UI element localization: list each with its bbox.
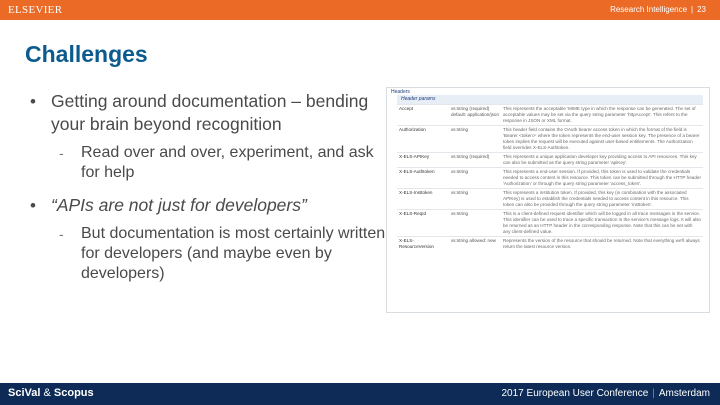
- param-name: X-ELS-Authtoken: [397, 167, 449, 189]
- sub-bullet-text: Read over and over, experiment, and ask …: [81, 144, 374, 181]
- conference-name: 2017 European User Conference: [501, 388, 649, 399]
- bottom-bar: SciVal & Scopus 2017 European User Confe…: [0, 383, 720, 405]
- param-description: This represents a unique application dev…: [501, 152, 703, 168]
- table-row: X-ELS-APIKey xs:string (required) This r…: [397, 152, 703, 168]
- bullet-list: • Getting around documentation – bending…: [30, 90, 390, 295]
- bullet-mark: •: [30, 92, 36, 111]
- header-params-table: Accept xs:string (required) default: app…: [397, 104, 703, 251]
- param-type: xs:string (required) default: applicatio…: [449, 104, 501, 126]
- table-row: X-ELS-ResourceVersion xs:string allowed:…: [397, 236, 703, 251]
- api-documentation-screenshot: Headers Header params Accept xs:string (…: [386, 87, 710, 313]
- footer-separator: |: [652, 388, 655, 399]
- bullet-text: Getting around documentation – bending y…: [51, 91, 369, 134]
- table-row: X-ELS-Insttoken xs:string This represent…: [397, 188, 703, 210]
- sub-bullet-text: But documentation is most certainly writ…: [81, 225, 386, 282]
- param-description: This is a client-defined request identif…: [501, 209, 703, 237]
- param-description: This represents a end-user session. If p…: [501, 167, 703, 189]
- param-type: xs:string: [449, 167, 501, 189]
- table-row: Authorization xs:string This header fiel…: [397, 125, 703, 153]
- bullet-mark: •: [30, 196, 36, 215]
- param-type: xs:string allowed: new: [449, 236, 501, 251]
- param-type: xs:string: [449, 188, 501, 210]
- param-name: X-ELS-ResourceVersion: [397, 236, 449, 251]
- logo-ampersand: &: [43, 387, 51, 399]
- logo-scopus: Scopus: [53, 387, 94, 399]
- bullet-item: • “APIs are not just for developers”: [30, 194, 390, 217]
- header-separator: |: [691, 5, 694, 14]
- sub-bullet-item: - But documentation is most certainly wr…: [30, 224, 390, 284]
- page-number: 23: [697, 5, 706, 14]
- param-type: xs:string: [449, 209, 501, 237]
- param-description: This represents a institution token. If …: [501, 188, 703, 210]
- top-bar: ELSEVIER Research Intelligence | 23: [0, 0, 720, 20]
- table-row: X-ELS-Authtoken xs:string This represent…: [397, 167, 703, 189]
- logo-scival: SciVal: [8, 387, 41, 399]
- bullet-text: “APIs are not just for developers”: [51, 195, 307, 215]
- section-label: Research Intelligence: [610, 5, 688, 14]
- param-name: X-ELS-ReqId: [397, 209, 449, 237]
- elsevier-logo: ELSEVIER: [8, 4, 63, 16]
- param-description: This represents the acceptable 'MIME typ…: [501, 104, 703, 126]
- param-name: Authorization: [397, 125, 449, 153]
- sub-bullet-item: - Read over and over, experiment, and as…: [30, 143, 390, 183]
- param-description: Represents the version of the resource t…: [501, 236, 703, 251]
- param-name: X-ELS-Insttoken: [397, 188, 449, 210]
- conference-info: 2017 European User Conference | Amsterdam: [502, 388, 711, 399]
- bullet-item: • Getting around documentation – bending…: [30, 90, 390, 136]
- sub-bullet-mark: -: [59, 145, 64, 161]
- slide-title: Challenges: [25, 41, 148, 67]
- param-type: xs:string: [449, 125, 501, 153]
- param-description: This header field contains the OAuth bea…: [501, 125, 703, 153]
- param-type: xs:string (required): [449, 152, 501, 168]
- table-row: Accept xs:string (required) default: app…: [397, 104, 703, 126]
- conference-location: Amsterdam: [658, 388, 710, 399]
- param-name: X-ELS-APIKey: [397, 152, 449, 168]
- scival-scopus-logo: SciVal & Scopus: [8, 387, 94, 399]
- doc-subheading: Header params: [397, 95, 703, 104]
- header-info: Research Intelligence | 23: [610, 5, 706, 14]
- sub-bullet-mark: -: [59, 226, 64, 242]
- param-name: Accept: [397, 104, 449, 126]
- table-row: X-ELS-ReqId xs:string This is a client-d…: [397, 209, 703, 237]
